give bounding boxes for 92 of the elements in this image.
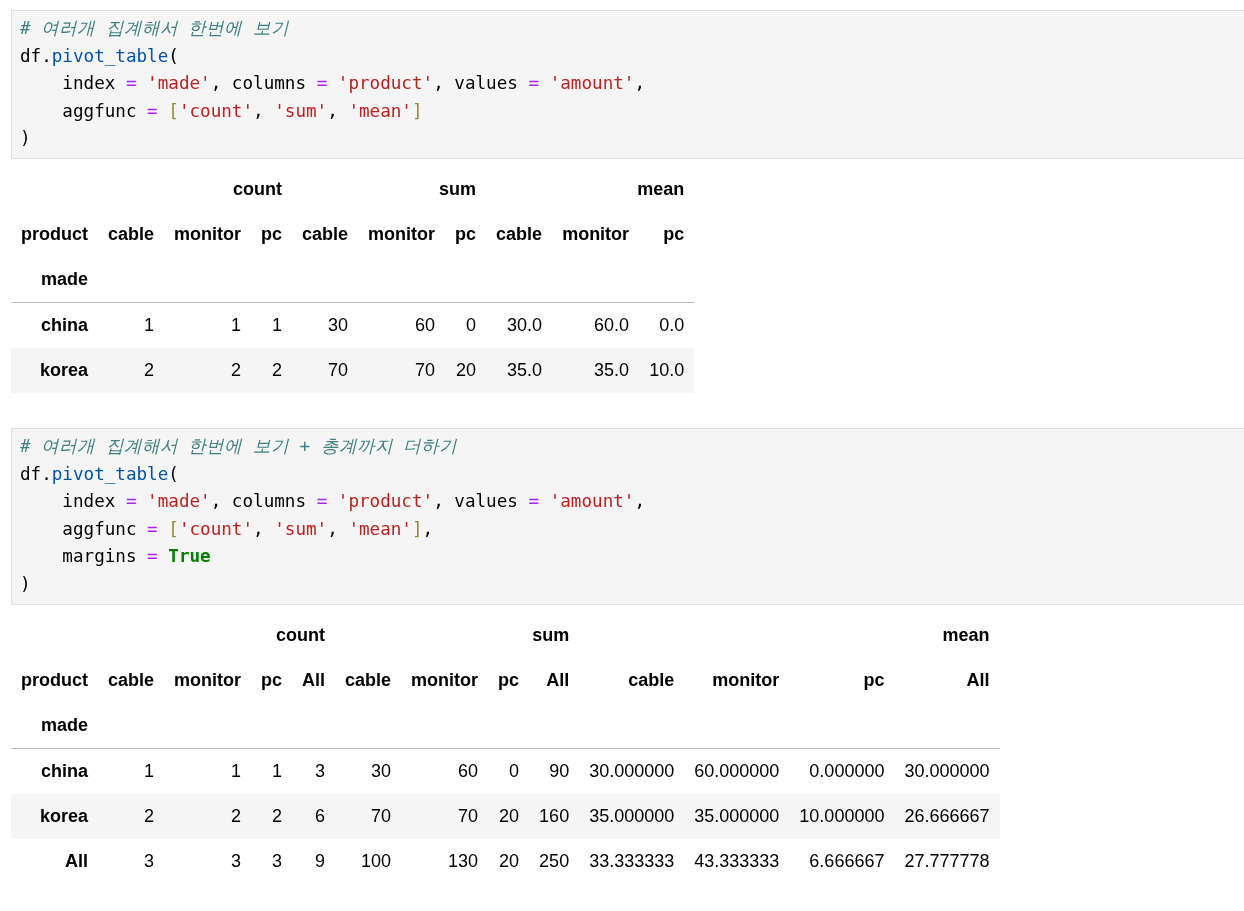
row-header: korea — [11, 793, 98, 839]
column-header: pc — [662, 223, 686, 247]
column-header: pc — [862, 669, 886, 693]
table-cell: 30.000000 — [894, 748, 1000, 794]
table-cell: 35.000000 — [579, 793, 685, 839]
table-cell: 1 — [164, 302, 252, 348]
table-cell: 1 — [251, 302, 293, 348]
column-header: cable — [627, 669, 676, 693]
table-cell: 3 — [164, 838, 252, 884]
table-cell: 27.777778 — [894, 838, 1000, 884]
column-group-header: mean — [636, 178, 686, 202]
table-cell: 33.333333 — [579, 838, 685, 884]
index-name: made — [11, 702, 98, 749]
column-group-header: count — [275, 624, 327, 648]
table-cell: 0.000000 — [789, 748, 895, 794]
column-header: All — [545, 669, 571, 693]
table-cell: 60.000000 — [684, 748, 790, 794]
table-cell: 60 — [358, 302, 446, 348]
row-header: china — [11, 748, 98, 794]
table-cell: 0 — [488, 748, 530, 794]
column-header: cable — [107, 669, 156, 693]
table-cell: 43.333333 — [684, 838, 790, 884]
table-cell: 35.0 — [552, 347, 640, 393]
table-cell: 130 — [401, 838, 489, 884]
table-cell: 250 — [529, 838, 580, 884]
columns-name: product — [20, 669, 89, 693]
table-cell: 6.666667 — [789, 838, 895, 884]
table-cell: 70 — [335, 793, 402, 839]
table-cell: 20 — [445, 347, 487, 393]
column-group-header: sum — [531, 624, 571, 648]
row-header: All — [11, 838, 98, 884]
table-cell: 160 — [529, 793, 580, 839]
column-header: pc — [497, 669, 521, 693]
column-header: monitor — [561, 223, 631, 247]
table-cell: 20 — [488, 838, 530, 884]
table-cell: 90 — [529, 748, 580, 794]
table-cell: 70 — [292, 347, 359, 393]
table-cell: 30 — [292, 302, 359, 348]
table-cell: 3 — [98, 838, 165, 884]
column-header: pc — [454, 223, 478, 247]
column-header: monitor — [410, 669, 480, 693]
column-group-header: mean — [941, 624, 991, 648]
table-cell: 10.0 — [639, 347, 695, 393]
columns-name: product — [20, 223, 89, 247]
table-cell: 70 — [401, 793, 489, 839]
column-header: pc — [260, 223, 284, 247]
column-header: cable — [301, 223, 350, 247]
table-cell: 1 — [98, 302, 165, 348]
column-header: All — [301, 669, 327, 693]
column-header: All — [965, 669, 991, 693]
table-cell: 10.000000 — [789, 793, 895, 839]
table-cell: 1 — [251, 748, 293, 794]
column-group-header: sum — [438, 178, 478, 202]
column-header: cable — [107, 223, 156, 247]
code-cell[interactable]: # 여러개 집계해서 한번에 보기 + 총계까지 더하기 df.pivot_table( index = 'made', columns = 'product', values = 'amount', aggfunc = ['count', 'sum', 'mean'], margins = True ) — [11, 427, 1244, 605]
table-cell: 2 — [251, 793, 293, 839]
code-cell[interactable]: # 여러개 집계해서 한번에 보기 df.pivot_table( index = 'made', columns = 'product', values = 'amount', aggfunc = ['count', 'sum', 'mean'] ) — [11, 10, 1244, 159]
column-header: monitor — [711, 669, 781, 693]
table-cell: 60 — [401, 748, 489, 794]
table-cell: 2 — [98, 347, 165, 393]
table-cell: 1 — [98, 748, 165, 794]
table-cell: 20 — [488, 793, 530, 839]
index-name: made — [11, 256, 98, 303]
row-header: china — [11, 302, 98, 348]
table-cell: 35.000000 — [684, 793, 790, 839]
table-cell: 30 — [335, 748, 402, 794]
table-cell: 2 — [164, 347, 252, 393]
table-cell: 100 — [335, 838, 402, 884]
table-cell: 0.0 — [639, 302, 695, 348]
column-header: pc — [260, 669, 284, 693]
column-header: cable — [344, 669, 393, 693]
row-header: korea — [11, 347, 98, 393]
table-cell: 3 — [292, 748, 336, 794]
table-cell: 30.000000 — [579, 748, 685, 794]
column-header: monitor — [367, 223, 437, 247]
table-cell: 6 — [292, 793, 336, 839]
table-cell: 70 — [358, 347, 446, 393]
table-cell: 9 — [292, 838, 336, 884]
table-cell: 60.0 — [552, 302, 640, 348]
column-group-header: count — [232, 178, 284, 202]
table-cell: 2 — [251, 347, 293, 393]
table-cell: 26.666667 — [894, 793, 1000, 839]
column-header: cable — [495, 223, 544, 247]
table-cell: 0 — [445, 302, 487, 348]
table-cell: 1 — [164, 748, 252, 794]
table-cell: 3 — [251, 838, 293, 884]
table-cell: 30.0 — [486, 302, 553, 348]
table-cell: 35.0 — [486, 347, 553, 393]
table-cell: 2 — [164, 793, 252, 839]
column-header: monitor — [173, 223, 243, 247]
table-cell: 2 — [98, 793, 165, 839]
column-header: monitor — [173, 669, 243, 693]
